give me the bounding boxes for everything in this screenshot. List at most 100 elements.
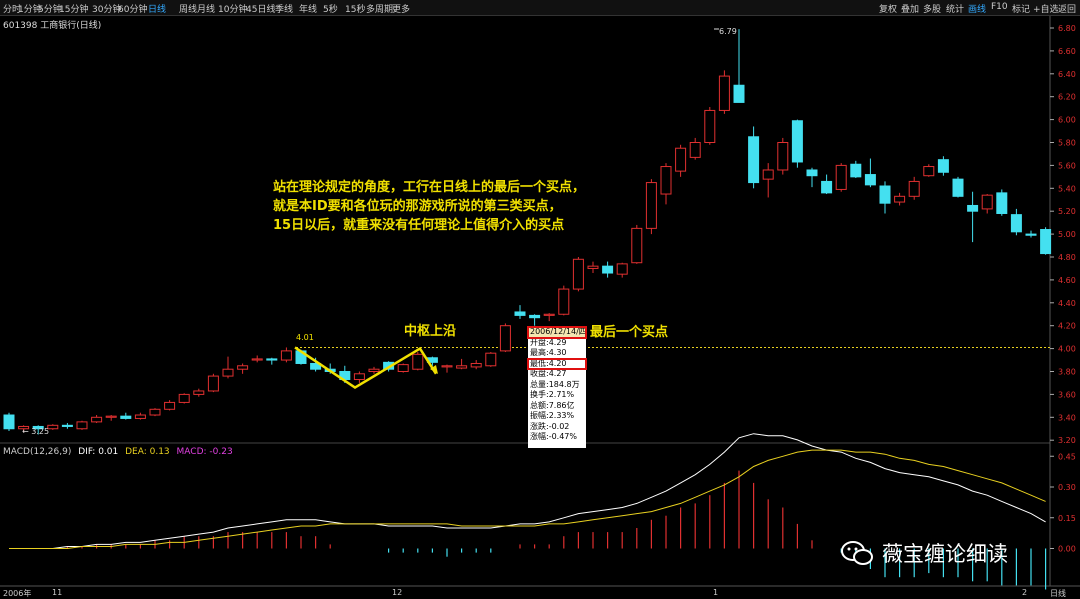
candle-body — [368, 368, 380, 372]
candle-body — [499, 325, 511, 352]
y-tick-label: 5.80 — [1058, 139, 1076, 148]
candle-body — [397, 364, 409, 373]
tooltip-row: 总额:7.86亿 — [530, 400, 575, 410]
annotation-line-3: 15日以后，就重来没有任何理论上值得介入的买点 — [273, 217, 564, 233]
macd-dea: DEA: 0.13 — [125, 447, 170, 457]
tooltip-row: 涨跌:-0.02 — [530, 421, 570, 431]
annotation-line-2: 就是本ID要和各位玩的那游戏所说的第三类买点， — [273, 198, 562, 214]
candle-body — [660, 166, 672, 195]
candle-body — [835, 164, 847, 190]
y-tick-label: 3.20 — [1058, 436, 1076, 445]
candle-body — [967, 204, 979, 212]
macd-label: MACD(12,26,9) — [3, 447, 72, 457]
y-tick-label: 4.60 — [1058, 276, 1076, 285]
candle-body — [894, 195, 906, 203]
chart-canvas: 站在理论规定的角度，工行在日线上的最后一个买点， 就是本ID要和各位玩的那游戏所说… — [0, 16, 1080, 590]
y-tick-label: 6.20 — [1058, 93, 1076, 102]
candle-body — [266, 358, 278, 361]
macd-y-tick-label: 0.00 — [1058, 545, 1076, 554]
y-tick-label: 6.60 — [1058, 47, 1076, 56]
candle-body — [149, 408, 161, 416]
candle-body — [207, 375, 219, 392]
tooltip-row: 开盘:4.29 — [530, 337, 567, 347]
macd-y-tick-label: 0.30 — [1058, 483, 1076, 492]
y-tick-label: 4.40 — [1058, 299, 1076, 308]
candle-body — [47, 424, 59, 430]
candle-body — [91, 416, 103, 423]
candle-body — [572, 258, 584, 290]
candle-body — [952, 178, 964, 197]
candle-body — [864, 174, 876, 186]
candle-body — [193, 390, 205, 395]
macd-dif: DIF: 0.01 — [78, 447, 119, 457]
tooltip-row: 换手:2.71% — [530, 390, 575, 399]
candle-body — [164, 401, 176, 410]
candle-body — [353, 373, 365, 381]
y-tick-label: 5.40 — [1058, 184, 1076, 193]
y-tick-label: 5.60 — [1058, 161, 1076, 170]
y-tick-label: 6.40 — [1058, 70, 1076, 79]
candle-body — [762, 169, 774, 180]
candle-body — [485, 352, 497, 367]
candle-body — [937, 159, 949, 173]
candle-body — [850, 163, 862, 178]
candle-body — [237, 365, 249, 370]
dea-line — [9, 449, 1046, 549]
y-tick-label: 5.20 — [1058, 207, 1076, 216]
candle-body — [1010, 214, 1022, 233]
candle-body — [76, 421, 88, 430]
candle-body — [879, 185, 891, 204]
last-buy-label: 最后一个买点 — [590, 324, 668, 340]
candle-body — [529, 314, 541, 319]
candle-body — [645, 182, 657, 229]
candle-body — [733, 84, 745, 103]
low-price-label: ← 3.25 — [22, 427, 49, 436]
candle-body — [514, 311, 526, 316]
watermark-text: 薇宝缠论细读 — [882, 542, 1008, 566]
candle-body — [134, 414, 146, 419]
y-tick-label: 3.40 — [1058, 413, 1076, 422]
candle-body — [806, 169, 818, 177]
macd-y-tick-label: 0.45 — [1058, 452, 1076, 461]
candle-body — [631, 227, 643, 264]
candle-body — [1025, 233, 1037, 236]
y-tick-label: 4.20 — [1058, 322, 1076, 331]
candle-body — [791, 120, 803, 163]
candle-body — [543, 313, 555, 316]
y-tick-label: 3.80 — [1058, 368, 1076, 377]
y-tick-label: 5.00 — [1058, 230, 1076, 239]
x-label-year: 2006年 — [3, 589, 32, 598]
y-tick-label: 6.00 — [1058, 116, 1076, 125]
candle-body — [1040, 229, 1052, 255]
x-label-feb: 2 — [1022, 588, 1028, 597]
candle-body — [821, 180, 833, 194]
candle-body — [441, 365, 453, 368]
tooltip-row: 总量:184.8万 — [530, 379, 580, 389]
candle-body — [251, 358, 263, 361]
candle-body — [704, 109, 716, 144]
watermark: 薇宝缠论细读 — [840, 538, 1050, 568]
candle-body — [602, 265, 614, 274]
candle-body — [718, 75, 730, 111]
candle-body — [178, 393, 190, 403]
x-label-period: 日线 — [1050, 589, 1066, 598]
macd-y-tick-label: 0.15 — [1058, 514, 1076, 523]
x-label-jan: 1 — [713, 588, 719, 597]
tooltip-row: 收盘:4.27 — [530, 369, 567, 378]
candle-body — [61, 424, 73, 427]
macd-header: MACD(12,26,9) DIF: 0.01 DEA: 0.13 MACD: … — [3, 447, 233, 457]
candle-body — [587, 265, 599, 269]
candle-body — [777, 142, 789, 171]
pivot-price-label: 4.01 — [296, 333, 314, 342]
candle-body — [470, 362, 482, 368]
candle-body — [280, 350, 292, 361]
tooltip-row: 涨幅:-0.47% — [530, 432, 577, 441]
candle-body — [412, 353, 424, 370]
candle-body — [908, 180, 920, 197]
x-label-dec: 12 — [392, 588, 403, 597]
tooltip-row: 最高:4.30 — [530, 348, 567, 357]
tooltip-date: 2006/12/14/四 — [527, 326, 587, 339]
x-label-nov: 11 — [52, 588, 63, 597]
high-price-label: 6.79 — [719, 27, 737, 36]
candle-body — [675, 147, 687, 172]
